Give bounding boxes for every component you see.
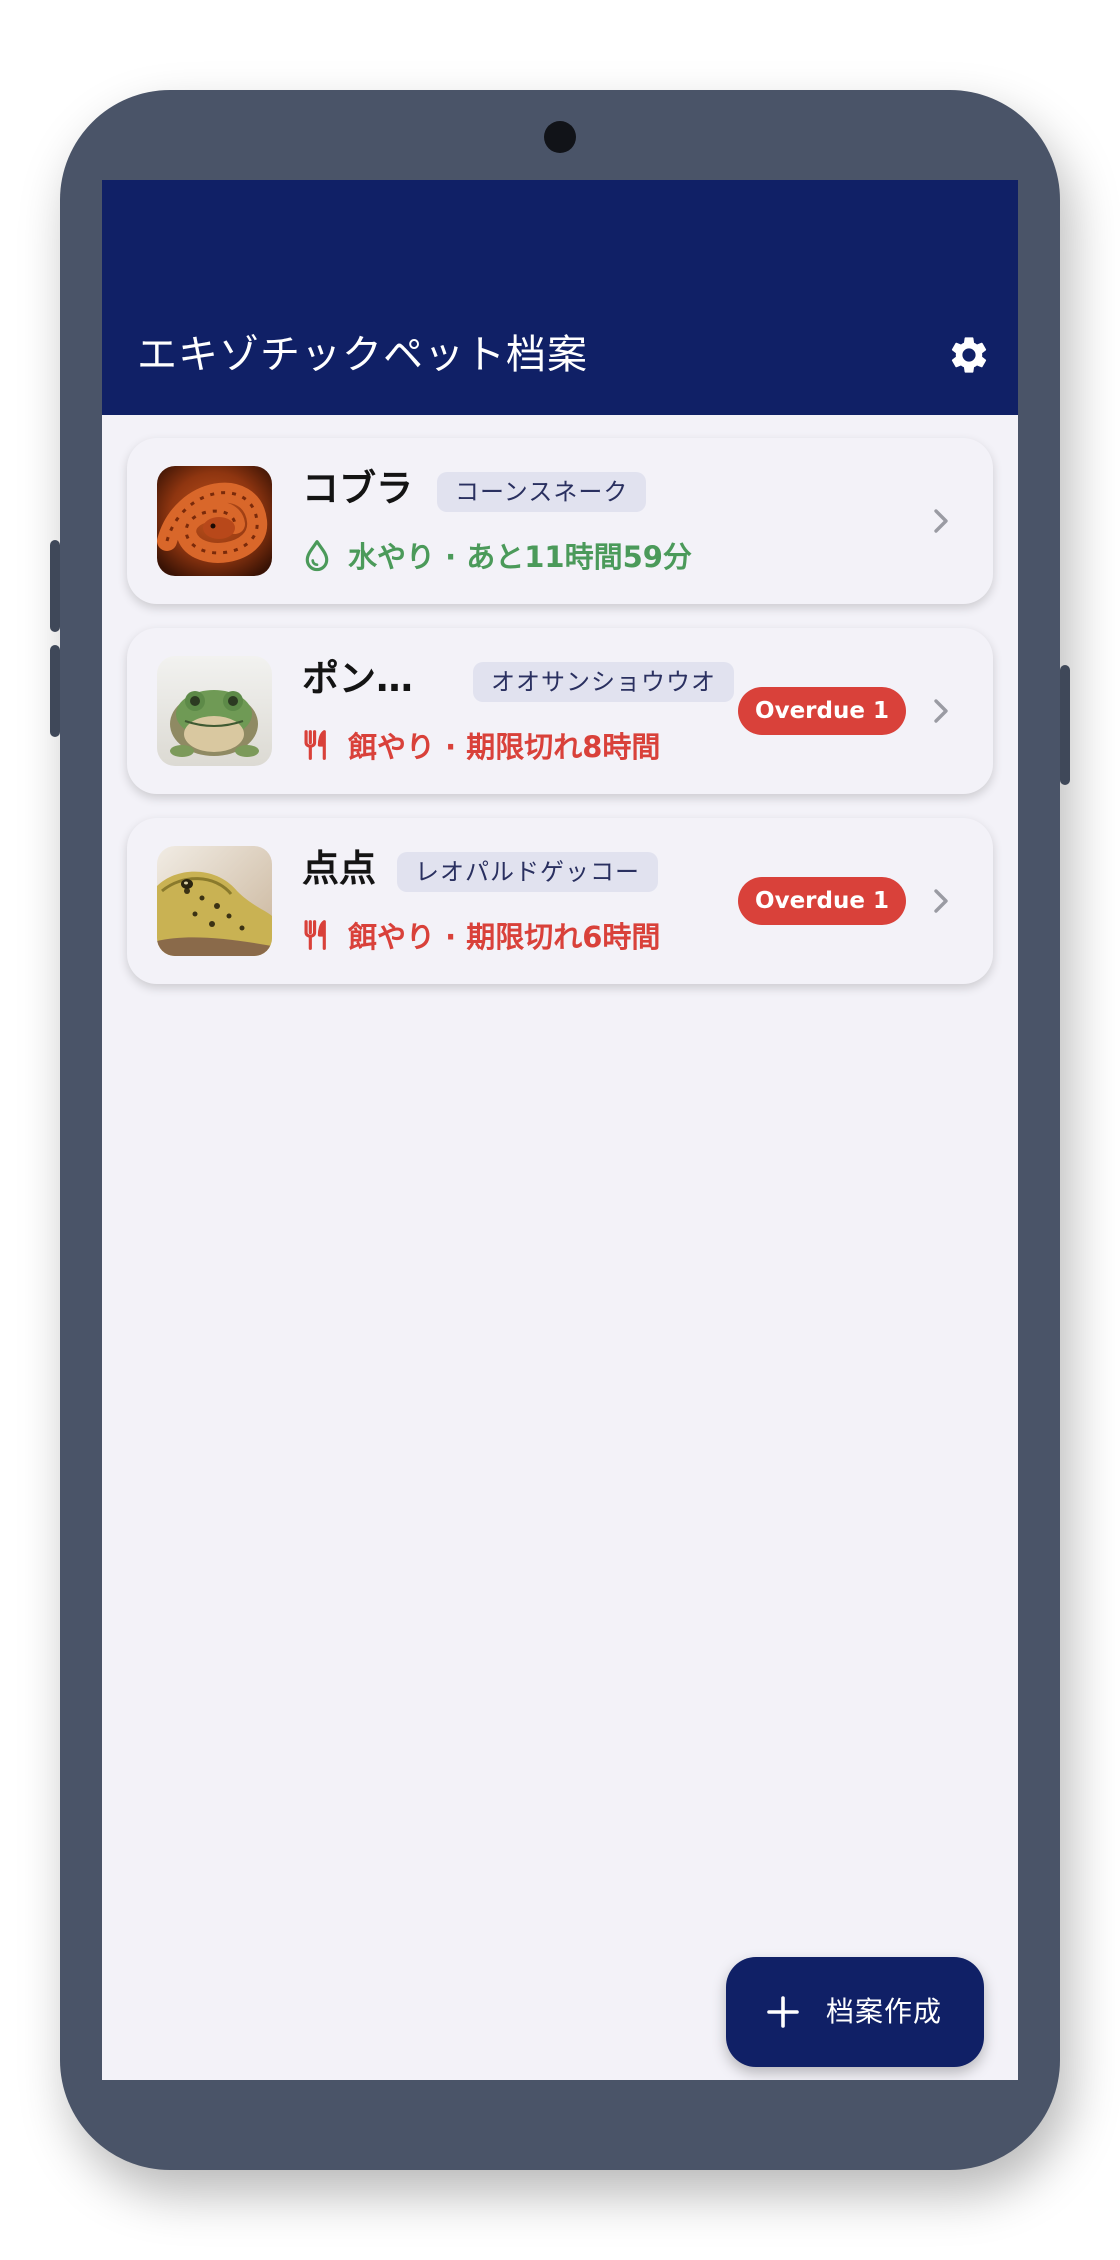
app-bar: エキゾチックペット档案 (102, 180, 1018, 415)
species-tag: レオパルドゲッコー (397, 852, 658, 892)
create-profile-label: 档案作成 (826, 1995, 943, 2028)
app-screen: エキゾチックペット档案 コブラ コーンスネーク 水やり · あと11時間59分 … (102, 180, 1018, 2080)
gear-icon[interactable] (944, 330, 994, 380)
species-tag: コーンスネーク (437, 472, 647, 512)
pet-card[interactable]: ポン… オオサンショウウオ 餌やり · 期限切れ8時間 Overdue 1 (127, 628, 993, 794)
chevron-right-icon (934, 889, 948, 913)
create-profile-button[interactable]: 档案作成 (726, 1957, 984, 2067)
phone-frame: エキゾチックペット档案 コブラ コーンスネーク 水やり · あと11時間59分 … (50, 90, 1070, 2170)
volume-up-button (50, 540, 60, 632)
fork-knife-icon (304, 730, 326, 760)
pet-photo-frog (157, 656, 272, 766)
pet-name: 点点 (302, 847, 376, 890)
pet-card[interactable]: 点点 レオパルドゲッコー 餌やり · 期限切れ6時間 Overdue 1 (127, 818, 993, 984)
pet-name: コブラ (302, 467, 413, 510)
pet-photo-corn-snake (157, 466, 272, 576)
species-tag: オオサンショウウオ (473, 662, 734, 702)
chevron-right-icon (934, 699, 948, 723)
pet-card[interactable]: コブラ コーンスネーク 水やり · あと11時間59分 (127, 438, 993, 604)
overdue-badge: Overdue 1 (738, 877, 906, 925)
pet-photo-gecko (157, 846, 272, 956)
care-status: 餌やり · 期限切れ6時間 (302, 913, 660, 957)
chevron-right-icon (934, 509, 948, 533)
care-status: 餌やり · 期限切れ8時間 (302, 723, 660, 767)
front-camera (544, 121, 576, 153)
care-status-text: 餌やり · 期限切れ6時間 (348, 920, 661, 954)
pet-name: ポン… (302, 657, 413, 700)
water-drop-icon (305, 540, 329, 572)
care-status-text: 餌やり · 期限切れ8時間 (348, 730, 661, 764)
page-title: エキゾチックペット档案 (137, 332, 588, 378)
power-button (1060, 665, 1070, 785)
plus-icon (767, 1996, 799, 2028)
overdue-badge: Overdue 1 (738, 687, 906, 735)
care-status-text: 水やり · あと11時間59分 (348, 540, 692, 574)
volume-down-button (50, 645, 60, 737)
care-status: 水やり · あと11時間59分 (302, 533, 692, 577)
fork-knife-icon (304, 920, 326, 950)
